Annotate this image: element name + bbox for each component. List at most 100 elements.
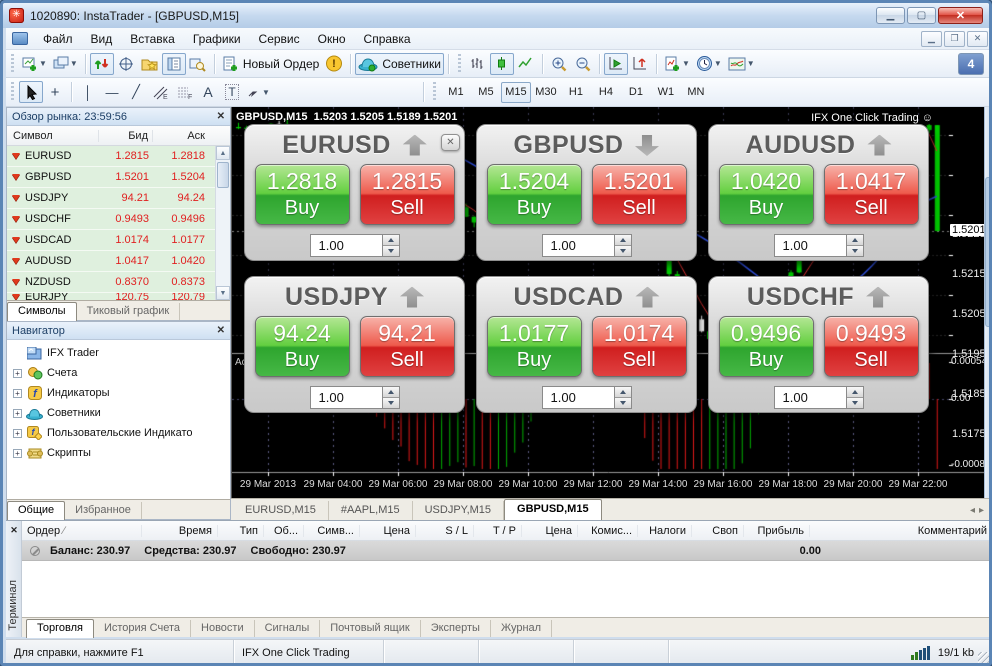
expert-advisors-button[interactable]: Советники bbox=[355, 53, 444, 75]
symbol-row[interactable]: GBPUSD1.52011.5204 bbox=[7, 167, 230, 188]
expand-icon[interactable] bbox=[13, 389, 22, 398]
column-order[interactable]: Ордер bbox=[22, 525, 142, 537]
title-bar[interactable]: 1020890: InstaTrader - [GBPUSD,M15] bbox=[3, 3, 989, 28]
market-watch-scrollbar[interactable]: ▲ ▼ bbox=[215, 146, 230, 300]
tab-favorites[interactable]: Избранное bbox=[65, 502, 142, 519]
close-button[interactable] bbox=[938, 7, 983, 24]
menu-file[interactable]: Файл bbox=[34, 30, 82, 48]
buy-button[interactable]: 1.2818Buy bbox=[255, 164, 350, 225]
column-time[interactable]: Время bbox=[142, 525, 218, 537]
volume-down-button[interactable] bbox=[383, 246, 399, 256]
mdi-close-button[interactable] bbox=[967, 31, 988, 47]
buy-button[interactable]: 1.0177Buy bbox=[487, 316, 582, 377]
strategy-tester-button[interactable] bbox=[186, 53, 210, 75]
symbol-row[interactable]: EURUSD1.28151.2818 bbox=[7, 146, 230, 167]
close-icon[interactable]: ✕ bbox=[217, 111, 225, 122]
column-swap[interactable]: Своп bbox=[692, 525, 744, 537]
sell-button[interactable]: 0.9493Sell bbox=[824, 316, 919, 377]
chart-shift-button[interactable] bbox=[628, 53, 652, 75]
menu-service[interactable]: Сервис bbox=[250, 30, 309, 48]
volume-input[interactable]: 1.00 bbox=[310, 386, 382, 409]
scrollbar-thumb[interactable] bbox=[985, 177, 992, 327]
toolbar-grip[interactable] bbox=[10, 54, 16, 74]
buy-button[interactable]: 94.24Buy bbox=[255, 316, 350, 377]
tree-item-scripts[interactable]: Скрипты bbox=[11, 443, 230, 463]
periods-button[interactable]: ▼ bbox=[693, 53, 725, 75]
chart-tab-usdjpy[interactable]: USDJPY,M15 bbox=[413, 501, 504, 520]
column-price[interactable]: Цена bbox=[360, 525, 416, 537]
resize-grip[interactable] bbox=[978, 652, 991, 665]
sell-button[interactable]: 1.5201Sell bbox=[592, 164, 687, 225]
indicators-button[interactable]: ▼ bbox=[661, 53, 693, 75]
volume-down-button[interactable] bbox=[383, 398, 399, 408]
column-type[interactable]: Тип bbox=[218, 525, 264, 537]
minimize-button[interactable] bbox=[876, 7, 905, 24]
buy-button[interactable]: 1.5204Buy bbox=[487, 164, 582, 225]
zoom-out-button[interactable] bbox=[571, 53, 595, 75]
menu-help[interactable]: Справка bbox=[355, 30, 420, 48]
line-chart-mode-button[interactable] bbox=[514, 53, 538, 75]
mdi-restore-button[interactable] bbox=[944, 31, 965, 47]
volume-up-button[interactable] bbox=[615, 235, 631, 246]
navigator-header[interactable]: Навигатор ✕ bbox=[7, 322, 230, 340]
symbol-row[interactable]: USDCHF0.94930.9496 bbox=[7, 209, 230, 230]
symbol-row[interactable]: AUDUSD1.04171.0420 bbox=[7, 251, 230, 272]
tree-item-accounts[interactable]: Счета bbox=[11, 363, 230, 383]
candlestick-mode-button[interactable] bbox=[490, 53, 514, 75]
mdi-minimize-button[interactable] bbox=[921, 31, 942, 47]
timeframe-d1[interactable]: D1 bbox=[621, 82, 651, 103]
scroll-up-icon[interactable]: ▲ bbox=[216, 146, 230, 160]
chart-window-icon[interactable] bbox=[12, 32, 28, 45]
menu-window[interactable]: Окно bbox=[309, 30, 355, 48]
timeframe-mn[interactable]: MN bbox=[681, 82, 711, 103]
fibonacci-tool-button[interactable]: F bbox=[172, 81, 196, 103]
templates-button[interactable]: ▼ bbox=[725, 53, 758, 75]
new-chart-button[interactable]: ▼ bbox=[19, 53, 50, 75]
tree-root-account[interactable]: IFX Trader bbox=[11, 343, 230, 363]
toolbar-grip[interactable] bbox=[457, 54, 463, 74]
column-ask[interactable]: Аск bbox=[153, 130, 209, 142]
sell-button[interactable]: 1.0174Sell bbox=[592, 316, 687, 377]
maximize-button[interactable] bbox=[907, 7, 936, 24]
data-window-button[interactable] bbox=[114, 53, 138, 75]
buy-button[interactable]: 0.9496Buy bbox=[719, 316, 814, 377]
tab-signals[interactable]: Сигналы bbox=[255, 620, 321, 637]
scroll-left-icon[interactable]: ◂ bbox=[970, 505, 975, 516]
tab-account-history[interactable]: История Счета bbox=[94, 620, 191, 637]
symbol-row[interactable]: NZDUSD0.83700.8373 bbox=[7, 272, 230, 293]
volume-input[interactable]: 1.00 bbox=[542, 234, 614, 257]
volume-input[interactable]: 1.00 bbox=[774, 234, 846, 257]
new-order-button[interactable]: Новый Ордер bbox=[219, 53, 322, 75]
column-symbol[interactable]: Символ bbox=[7, 130, 99, 142]
tab-mailbox[interactable]: Почтовый ящик bbox=[320, 620, 420, 637]
symbol-row[interactable]: EURJPY120.75120.79 bbox=[7, 293, 230, 300]
tree-item-custom-indicators[interactable]: f Пользовательские Индикато bbox=[11, 423, 230, 443]
close-icon[interactable] bbox=[8, 524, 20, 536]
trendline-tool-button[interactable]: ╱ bbox=[124, 81, 148, 103]
column-taxes[interactable]: Налоги bbox=[638, 525, 692, 537]
toolbar-grip[interactable] bbox=[432, 82, 438, 102]
expand-icon[interactable] bbox=[13, 369, 22, 378]
chart-vertical-scrollbar[interactable] bbox=[984, 107, 992, 498]
crosshair-tool-button[interactable]: + bbox=[43, 81, 67, 103]
volume-down-button[interactable] bbox=[847, 246, 863, 256]
volume-up-button[interactable] bbox=[383, 235, 399, 246]
timeframe-m5[interactable]: M5 bbox=[471, 82, 501, 103]
expand-icon[interactable] bbox=[13, 409, 22, 418]
tree-item-advisors[interactable]: Советники bbox=[11, 403, 230, 423]
tab-tick-chart[interactable]: Тиковый график bbox=[77, 303, 181, 320]
auto-scroll-button[interactable] bbox=[604, 53, 628, 75]
cursor-tool-button[interactable] bbox=[19, 81, 43, 103]
volume-input[interactable]: 1.00 bbox=[310, 234, 382, 257]
column-symbol[interactable]: Симв... bbox=[304, 525, 360, 537]
expand-icon[interactable] bbox=[13, 429, 22, 438]
column-tp[interactable]: T / P bbox=[474, 525, 522, 537]
timeframe-h4[interactable]: H4 bbox=[591, 82, 621, 103]
vertical-line-tool-button[interactable]: │ bbox=[76, 81, 100, 103]
tree-item-indicators[interactable]: f Индикаторы bbox=[11, 383, 230, 403]
toggle-navigator-button[interactable] bbox=[162, 53, 186, 75]
tab-symbols[interactable]: Символы bbox=[7, 302, 77, 321]
column-profit[interactable]: Прибыль bbox=[744, 525, 810, 537]
volume-down-button[interactable] bbox=[615, 398, 631, 408]
column-volume[interactable]: Об... bbox=[264, 525, 304, 537]
